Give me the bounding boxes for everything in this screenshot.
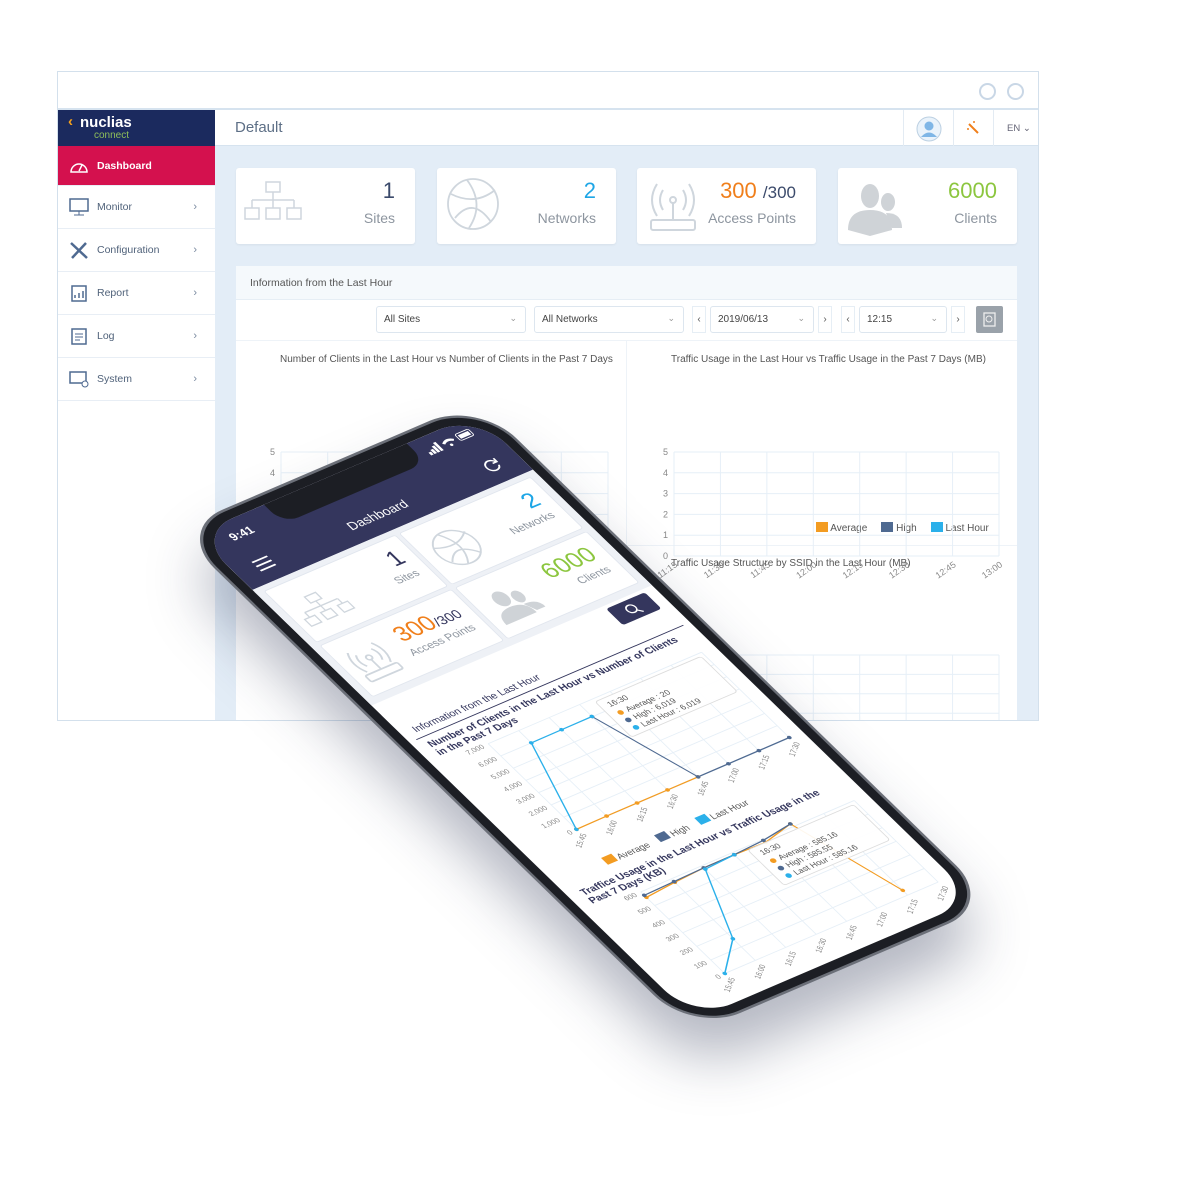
x-tick-label: 16:00	[604, 819, 620, 836]
chevron-right-icon: ›	[193, 330, 197, 342]
y-tick-label: 3,000	[514, 792, 537, 806]
language-select[interactable]: EN ⌄	[1007, 123, 1031, 134]
x-tick-label: 13:00	[980, 559, 1004, 580]
log-icon	[68, 327, 90, 345]
y-tick-label: 400	[649, 918, 667, 929]
window-close-button[interactable]	[1007, 83, 1024, 100]
x-tick-label: 12:15	[841, 559, 865, 580]
chevron-right-icon: ›	[193, 287, 197, 299]
y-tick-label: 500	[635, 905, 653, 916]
y-tick-label: 4	[270, 468, 275, 478]
logo: ‹ nuclias connect	[58, 110, 215, 146]
x-tick-label: 12:45	[934, 559, 958, 580]
y-tick-label: 7,000	[463, 743, 486, 757]
x-tick-label: 17:30	[787, 741, 803, 758]
gridline	[550, 713, 765, 806]
y-tick-label: 200	[677, 945, 695, 956]
x-tick-label: 16:30	[813, 937, 829, 954]
x-tick-label: 16:30	[665, 793, 681, 810]
y-tick-label: 0	[713, 973, 723, 981]
top-header: Default EN ⌄	[215, 110, 1038, 146]
card-clients[interactable]: 6000 Clients	[838, 168, 1017, 244]
x-tick-label: 12:00	[794, 559, 818, 580]
x-tick-label: 11:30	[702, 559, 726, 580]
data-point	[730, 937, 736, 941]
x-tick-label: 17:00	[726, 767, 742, 784]
y-tick-label: 2	[663, 509, 668, 519]
y-tick-label: 4	[663, 468, 668, 478]
y-tick-label: 5	[270, 447, 275, 457]
x-tick-label: 17:00	[874, 911, 890, 928]
sidebar-item-dashboard[interactable]: Dashboard	[58, 146, 215, 186]
chevron-right-icon: ›	[193, 201, 197, 213]
sidebar-item-system[interactable]: System ›	[58, 358, 215, 401]
y-tick-label: 300	[663, 932, 681, 943]
sidebar: ‹ nuclias connect Dashboard Monitor › Con…	[58, 110, 215, 720]
chevron-right-icon: ›	[193, 373, 197, 385]
system-icon	[68, 370, 90, 388]
y-tick-label: 100	[691, 959, 709, 970]
y-tick-label: 2,000	[526, 804, 549, 818]
y-tick-label: 600	[621, 891, 639, 902]
window-titlebar	[58, 72, 1038, 110]
speedometer-icon	[68, 157, 90, 175]
card-access-points[interactable]: 300 /300 Access Points	[637, 168, 816, 244]
x-tick-label: 16:00	[752, 963, 768, 980]
y-tick-label: 1	[663, 530, 668, 540]
y-tick-label: 6,000	[476, 755, 499, 769]
x-tick-label: 17:15	[904, 898, 920, 915]
sidebar-item-report[interactable]: Report ›	[58, 272, 215, 315]
y-tick-label: 1,000	[539, 816, 562, 830]
access-point-icon	[650, 183, 696, 231]
monitor-icon	[68, 198, 90, 216]
x-tick-label: 16:15	[783, 950, 799, 967]
sidebar-item-configuration[interactable]: Configuration ›	[58, 229, 215, 272]
y-tick-label: 0	[565, 829, 575, 837]
gridline	[640, 891, 726, 974]
gridline	[724, 881, 939, 974]
report-icon	[68, 284, 90, 302]
globe-icon	[447, 178, 499, 230]
sitemap-icon	[244, 181, 302, 220]
x-tick-label: 16:45	[844, 924, 860, 941]
y-tick-label: 5,000	[488, 767, 511, 781]
x-tick-label: 17:15	[756, 754, 772, 771]
x-tick-label: 12:30	[887, 559, 911, 580]
page-title: Default	[235, 119, 283, 136]
x-tick-label: 16:15	[634, 806, 650, 823]
y-tick-label: 3	[663, 489, 668, 499]
x-tick-label: 16:45	[695, 780, 711, 797]
magic-wand-icon[interactable]	[965, 120, 981, 136]
chevron-right-icon: ›	[193, 244, 197, 256]
sidebar-item-log[interactable]: Log ›	[58, 315, 215, 358]
user-avatar-icon[interactable]	[916, 116, 942, 142]
tools-icon	[68, 241, 90, 259]
x-tick-label: 17:30	[935, 885, 951, 902]
y-tick-label: 0	[663, 551, 668, 561]
sidebar-item-monitor[interactable]: Monitor ›	[58, 186, 215, 229]
card-networks[interactable]: 2 Networks	[437, 168, 616, 244]
gridline	[701, 865, 787, 948]
y-tick-label: 4,000	[501, 780, 524, 794]
data-point	[722, 971, 728, 976]
x-tick-label: 11:45	[748, 559, 772, 580]
users-icon	[848, 184, 902, 236]
window-minimize-button[interactable]	[979, 83, 996, 100]
y-tick-label: 5	[663, 447, 668, 457]
card-sites[interactable]: 1 Sites	[236, 168, 415, 244]
